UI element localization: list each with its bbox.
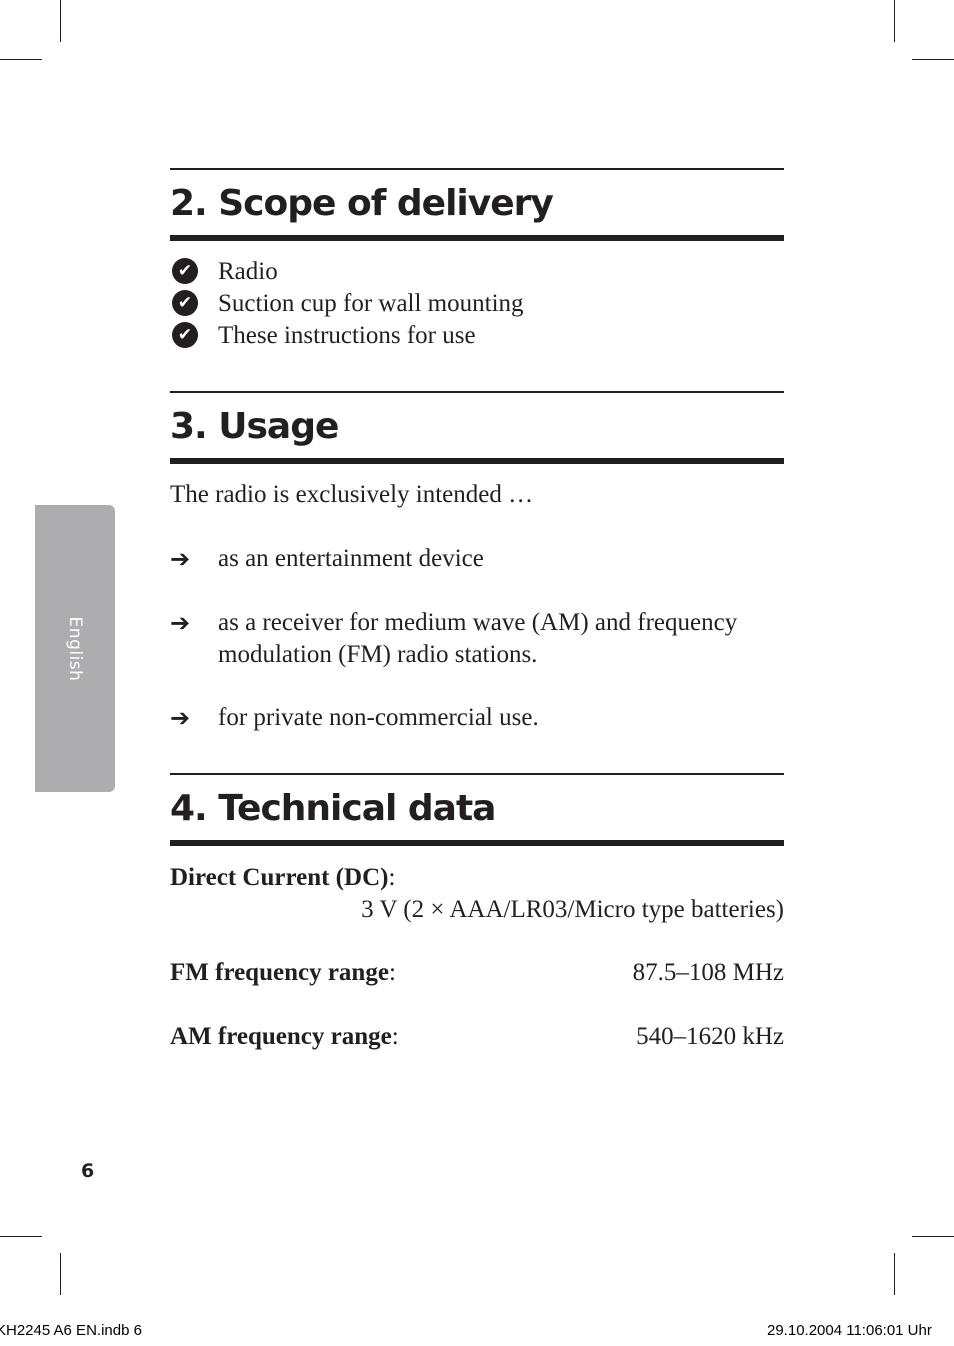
list-item: as an entertainment device [218, 545, 484, 572]
section-title: 3. Usage [170, 406, 339, 447]
language-tab-label: English [65, 616, 85, 681]
crop-mark [0, 59, 42, 60]
spec-value: 540–1620 kHz [636, 1023, 784, 1050]
list-item: for private non-commercial use. [218, 704, 539, 731]
spec-label: Direct Current (DC) [170, 864, 389, 891]
crop-mark [894, 1253, 895, 1295]
check-icon: ✔ [172, 290, 198, 316]
spec-value: 87.5–108 MHz [632, 959, 784, 986]
spec-label: FM frequency range [170, 959, 389, 986]
language-tab: English [35, 505, 115, 792]
usage-intro: The radio is exclusively intended … [170, 481, 534, 508]
spec-colon: : [391, 1023, 399, 1050]
crop-mark [912, 59, 954, 60]
section-top-rule [170, 168, 784, 170]
slug-timestamp: 29.10.2004 11:06:01 Uhr [767, 1322, 932, 1339]
arrow-right-icon: ➔ [170, 609, 191, 637]
crop-mark [0, 1236, 42, 1237]
list-item: These instructions for use [218, 322, 476, 349]
list-item: Suction cup for wall mounting [218, 290, 524, 317]
check-icon: ✔ [172, 258, 198, 284]
spec-value: 3 V (2 × AAA/LR03/Micro type batteries) [361, 896, 784, 923]
arrow-right-icon: ➔ [170, 545, 191, 573]
crop-mark [60, 0, 61, 42]
page-number: 6 [81, 1160, 95, 1182]
arrow-right-icon: ➔ [170, 704, 191, 732]
crop-mark [60, 1253, 61, 1295]
section-title: 2. Scope of delivery [170, 183, 554, 224]
check-icon: ✔ [172, 322, 198, 348]
spec-colon: : [388, 864, 396, 891]
section-top-rule [170, 773, 784, 775]
crop-mark [894, 0, 895, 42]
section-bottom-rule [170, 840, 784, 846]
section-top-rule [170, 391, 784, 393]
spec-label: AM frequency range [170, 1023, 392, 1050]
spec-colon: : [388, 959, 396, 986]
crop-mark [912, 1236, 954, 1237]
list-item: as a receiver for medium wave (AM) and f… [218, 609, 738, 636]
list-item: Radio [218, 258, 278, 285]
section-title: 4. Technical data [170, 788, 496, 829]
section-bottom-rule [170, 235, 784, 241]
section-bottom-rule [170, 458, 784, 464]
slug-filename: KH2245 A6 EN.indb 6 [0, 1322, 142, 1339]
list-item-continuation: modulation (FM) radio stations. [218, 641, 538, 668]
